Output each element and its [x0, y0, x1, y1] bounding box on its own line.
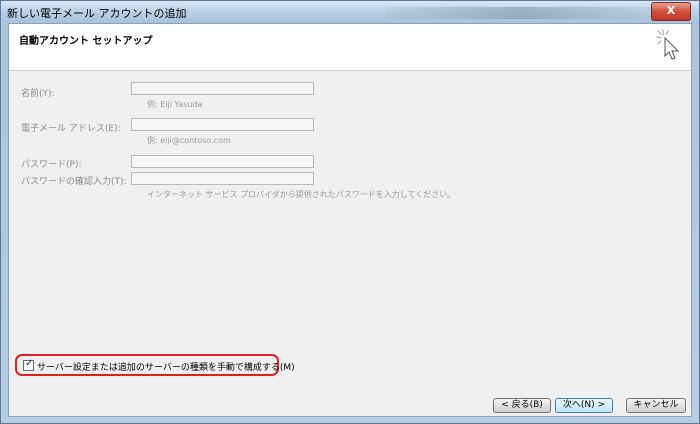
page-title: 自動アカウント セットアップ	[19, 36, 153, 47]
dialog-window: 新しい電子メール アカウントの追加 X 自動アカウント セットアップ 名前(Y)…	[0, 0, 700, 424]
close-button[interactable]: X	[651, 2, 691, 21]
password-confirm-input[interactable]	[131, 172, 314, 185]
blurred-background	[386, 7, 656, 19]
email-input[interactable]	[131, 118, 314, 131]
password-input[interactable]	[131, 155, 314, 168]
name-hint: 例: Eiji Yasuda	[147, 100, 203, 109]
checkmark-icon: ✓	[25, 358, 34, 369]
checkbox-icon[interactable]: ✓	[23, 358, 34, 371]
password-label: パスワード(P):	[21, 160, 82, 170]
dialog-client-area: 自動アカウント セットアップ 名前(Y): 例: Eiji Yasuda 電子メ…	[8, 23, 692, 417]
wizard-sparkle-cursor-icon	[656, 29, 680, 60]
password-hint: インターネット サービス プロバイダから提供されたパスワードを入力してください。	[147, 190, 456, 199]
next-button[interactable]: 次へ(N) >	[555, 398, 613, 413]
password-confirm-label: パスワードの確認入力(T):	[21, 177, 127, 187]
name-input[interactable]	[131, 82, 314, 95]
manual-setup-label[interactable]: サーバー設定または追加のサーバーの種類を手動で構成する(M)	[37, 360, 295, 373]
manual-setup-highlight: ✓ サーバー設定または追加のサーバーの種類を手動で構成する(M)	[15, 354, 295, 376]
name-label: 名前(Y):	[21, 89, 55, 99]
title-bar[interactable]: 新しい電子メール アカウントの追加 X	[1, 1, 699, 23]
email-hint: 例: eiji@contoso.com	[147, 136, 231, 145]
cancel-button[interactable]: キャンセル	[626, 398, 686, 413]
header-band: 自動アカウント セットアップ	[9, 24, 691, 71]
window-title: 新しい電子メール アカウントの追加	[7, 7, 187, 20]
email-label: 電子メール アドレス(E):	[21, 124, 121, 134]
back-button[interactable]: < 戻る(B)	[493, 398, 551, 413]
